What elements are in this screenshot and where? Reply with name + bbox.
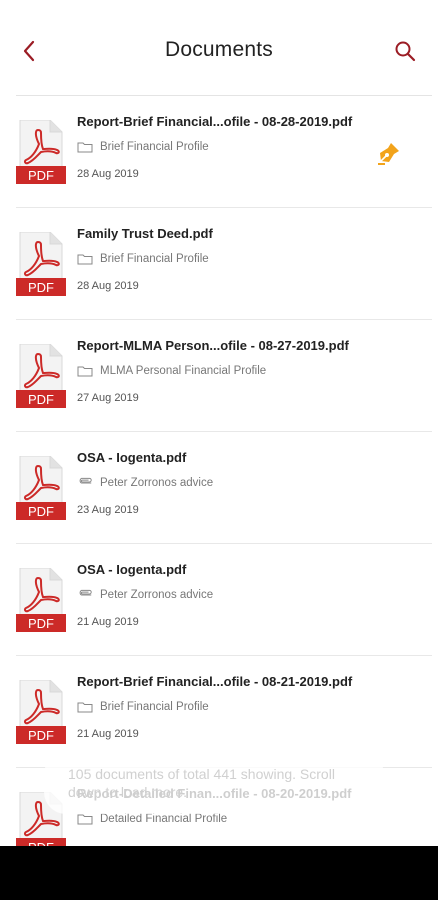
paperclip-icon [77,477,93,489]
document-location: Brief Financial Profile [77,141,209,153]
document-location: Peter Zorronos advice [77,589,213,601]
document-date: 27 Aug 2019 [77,392,139,404]
document-date: 21 Aug 2019 [77,728,139,740]
pdf-file-icon: PDF [16,119,66,184]
pdf-file-icon: PDF [16,343,66,408]
document-name: OSA - Iogenta.pdf [77,450,187,465]
pdf-label: PDF [28,504,54,519]
load-more-toast: 105 documents of total 441 showing. Scro… [44,752,384,814]
pdf-file-icon: PDF [16,231,66,296]
location-label: Brief Financial Profile [100,141,209,153]
document-location: Brief Financial Profile [77,701,209,713]
document-location: MLMA Personal Financial Profile [77,365,266,377]
document-name: Report-MLMA Person...ofile - 08-27-2019.… [77,338,349,353]
sign-document-button[interactable] [376,140,402,166]
folder-icon [77,253,93,265]
pdf-label: PDF [28,616,54,631]
document-name: Report-Brief Financial...ofile - 08-21-2… [77,674,353,689]
document-row[interactable]: PDF Family Trust Deed.pdf Brief Financial… [16,208,432,320]
document-location: Peter Zorronos advice [77,477,213,489]
document-date: 28 Aug 2019 [77,168,139,180]
folder-icon [77,701,93,713]
system-nav-bar [0,846,438,900]
pdf-label: PDF [28,392,54,407]
document-row[interactable]: PDF OSA - Iogenta.pdf Peter Zorronos advi… [16,544,432,656]
document-date: 21 Aug 2019 [77,616,139,628]
location-label: Brief Financial Profile [100,253,209,265]
location-label: Detailed Financial Profile [100,813,228,825]
document-location: Detailed Financial Profile [77,813,227,825]
folder-icon [77,141,93,153]
folder-icon [77,813,93,825]
document-location: Brief Financial Profile [77,253,209,265]
document-row[interactable]: PDF OSA - Iogenta.pdf Peter Zorronos advi… [16,432,432,544]
search-button[interactable] [390,36,420,66]
toast-text: 105 documents of total 441 showing. Scro… [68,766,335,800]
location-label: MLMA Personal Financial Profile [100,365,267,377]
location-label: Peter Zorronos advice [100,589,214,601]
document-name: OSA - Iogenta.pdf [77,562,187,577]
location-label: Peter Zorronos advice [100,477,214,489]
document-name: Report-Brief Financial...ofile - 08-28-2… [77,114,353,129]
pdf-file-icon: PDF [16,567,66,632]
pdf-label: PDF [28,280,54,295]
document-date: 28 Aug 2019 [77,280,139,292]
app-header: Documents [0,0,438,96]
pdf-file-icon: PDF [16,679,66,744]
location-label: Brief Financial Profile [100,701,209,713]
folder-icon [77,365,93,377]
search-icon [395,41,416,62]
document-row[interactable]: PDF Report-Brief Financial...ofile - 08-… [16,96,432,208]
pdf-label: PDF [28,728,54,743]
document-date: 23 Aug 2019 [77,504,139,516]
document-row[interactable]: PDF Report-MLMA Person...ofile - 08-27-2… [16,320,432,432]
pdf-file-icon: PDF [16,455,66,520]
page-title: Documents [164,38,273,61]
pdf-label: PDF [28,168,54,183]
paperclip-icon [77,589,93,601]
pen-nib-icon [378,143,399,165]
document-name: Family Trust Deed.pdf [77,226,213,241]
